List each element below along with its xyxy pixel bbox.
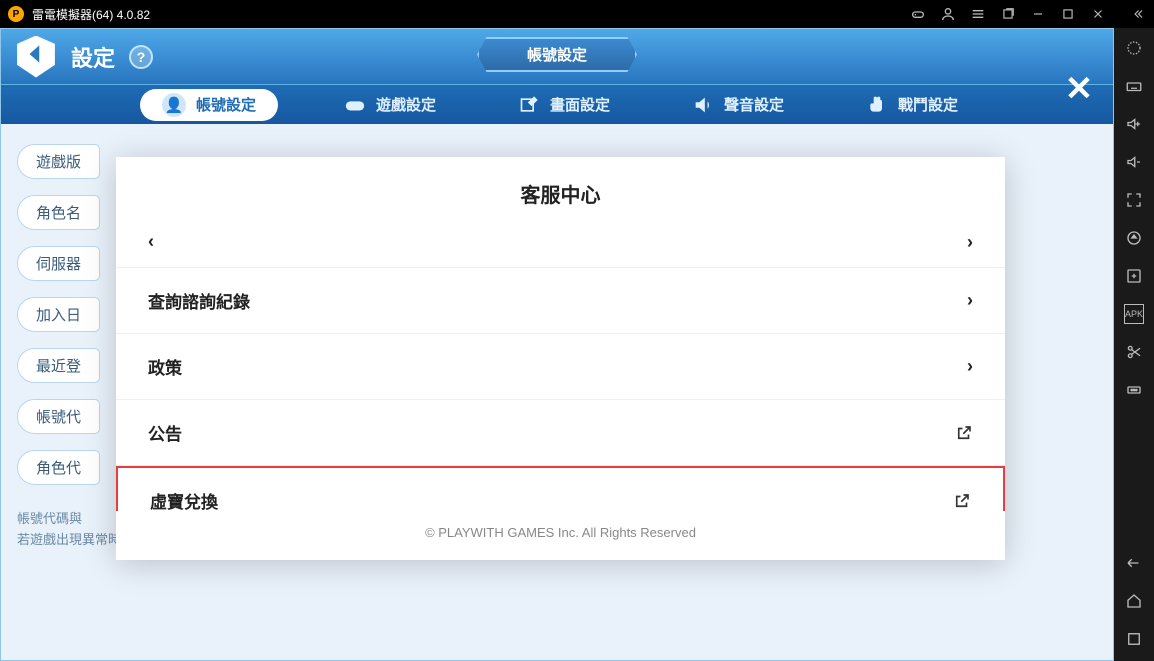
support-modal: 客服中心 › › 查詢諮詢紀錄 › 政策 › 公告 虛寶兌換 [116, 157, 1005, 560]
info-label: 角色名 [17, 195, 100, 230]
minimize-icon[interactable] [1030, 6, 1046, 22]
tab-account[interactable]: 👤 帳號設定 [140, 89, 278, 121]
tab-display[interactable]: 畫面設定 [502, 90, 626, 120]
close-button[interactable]: ✕ [1059, 69, 1099, 109]
external-link-icon [953, 492, 971, 510]
tab-bar: 👤 帳號設定 遊戲設定 畫面設定 聲音設定 戰鬥設定 [1, 84, 1113, 124]
tab-label: 戰鬥設定 [898, 94, 958, 115]
game-viewport: 設定 ? 帳號設定 ✕ 👤 帳號設定 遊戲設定 畫面設定 聲音設定 戰鬥設定 [0, 28, 1114, 661]
maximize-icon[interactable] [1060, 6, 1076, 22]
window-close-icon[interactable] [1090, 6, 1106, 22]
more-icon[interactable] [1124, 380, 1144, 400]
popout-icon[interactable] [1000, 6, 1016, 22]
modal-item-notice[interactable]: 公告 [116, 400, 1005, 466]
back-arrow-icon [23, 41, 49, 72]
emulator-title-bar: P 雷電模擬器(64) 4.0.82 [0, 0, 1154, 28]
modal-title: 客服中心 [116, 157, 1005, 226]
info-label: 帳號代 [17, 399, 100, 434]
modal-item-label: 公告 [148, 420, 182, 445]
tab-sound[interactable]: 聲音設定 [676, 90, 800, 120]
chevron-right-icon: › [967, 356, 973, 377]
tab-label: 遊戲設定 [376, 94, 436, 115]
modal-footer: © PLAYWITH GAMES Inc. All Rights Reserve… [116, 511, 1005, 560]
game-header: 設定 ? 帳號設定 [1, 29, 1113, 84]
modal-item-policy[interactable]: 政策 › [116, 334, 1005, 400]
external-link-icon [955, 424, 973, 442]
tab-battle[interactable]: 戰鬥設定 [850, 90, 974, 120]
volume-down-icon[interactable] [1124, 152, 1144, 172]
modal-item-inquiry[interactable]: 查詢諮詢紀錄 › [116, 268, 1005, 334]
modal-item-partial[interactable]: › › [116, 226, 1005, 268]
emulator-title: 雷電模擬器(64) 4.0.82 [32, 6, 150, 23]
tab-label: 帳號設定 [196, 94, 256, 115]
fullscreen-icon[interactable] [1124, 190, 1144, 210]
settings-gear-icon[interactable] [1124, 38, 1144, 58]
fist-icon [866, 94, 888, 116]
user-icon[interactable] [940, 6, 956, 22]
menu-icon[interactable] [970, 6, 986, 22]
volume-up-icon[interactable] [1124, 114, 1144, 134]
info-label: 加入日 [17, 297, 100, 332]
scissors-icon[interactable] [1124, 342, 1144, 362]
nav-home-icon[interactable] [1124, 591, 1144, 611]
info-label: 最近登 [17, 348, 100, 383]
edit-icon [518, 94, 540, 116]
tab-label: 畫面設定 [550, 94, 610, 115]
add-window-icon[interactable] [1124, 266, 1144, 286]
page-title: 設定 [71, 41, 115, 73]
modal-item-label: 虛寶兌換 [150, 488, 218, 511]
apk-icon[interactable]: APK [1124, 304, 1144, 324]
nav-back-icon[interactable] [1124, 553, 1144, 573]
chevron-right-icon: › [967, 290, 973, 311]
keyboard-icon[interactable] [1124, 76, 1144, 96]
speaker-icon [692, 94, 714, 116]
controller-icon [344, 94, 366, 116]
modal-list: › › 查詢諮詢紀錄 › 政策 › 公告 虛寶兌換 [116, 226, 1005, 511]
chevron-right-icon: › [967, 232, 973, 253]
info-label: 伺服器 [17, 246, 100, 281]
back-button[interactable] [15, 36, 57, 78]
chevron-left-icon: › [148, 232, 154, 253]
help-button[interactable]: ? [129, 45, 153, 69]
info-label: 角色代 [17, 450, 100, 485]
tab-label: 聲音設定 [724, 94, 784, 115]
tab-game[interactable]: 遊戲設定 [328, 90, 452, 120]
emulator-logo: P [8, 6, 24, 22]
info-label: 遊戲版 [17, 144, 100, 179]
title-bar-actions [910, 6, 1146, 22]
banner-label: 帳號設定 [477, 37, 637, 72]
highlight-annotation: 虛寶兌換 [116, 466, 1005, 511]
emulator-sidebar: APK [1114, 28, 1154, 661]
avatar-icon: 👤 [162, 93, 186, 117]
modal-item-redeem[interactable]: 虛寶兌換 [118, 468, 1003, 511]
nav-recent-icon[interactable] [1124, 629, 1144, 649]
gamepad-icon[interactable] [910, 6, 926, 22]
sync-icon[interactable] [1124, 228, 1144, 248]
collapse-sidebar-icon[interactable] [1130, 6, 1146, 22]
header-banner: 帳號設定 [477, 37, 637, 72]
modal-item-label: 查詢諮詢紀錄 [148, 288, 250, 313]
modal-item-label: 政策 [148, 354, 182, 379]
